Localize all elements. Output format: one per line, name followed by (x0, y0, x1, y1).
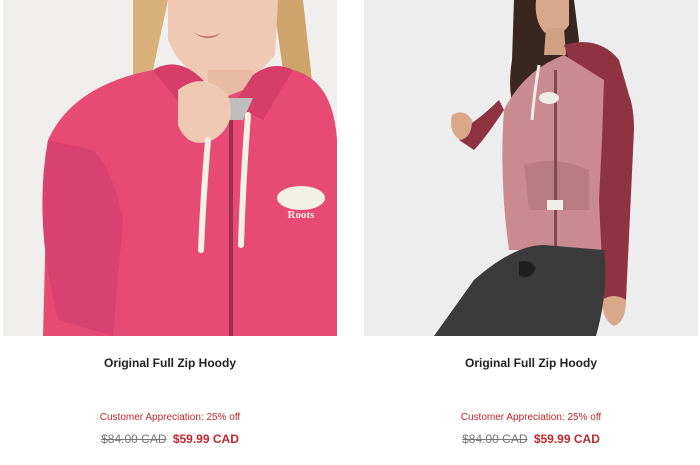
product-image[interactable]: Roots (3, 0, 337, 336)
promo-text: Customer Appreciation: 25% off (460, 412, 602, 423)
price-row: $84.00 CAD $59.99 CAD (364, 432, 698, 446)
sale-price: $59.99 CAD (172, 432, 239, 446)
product-card[interactable]: Original Full Zip Hoody Customer Appreci… (364, 0, 698, 465)
heather-hoody-photo (364, 0, 698, 336)
pink-hoody-photo: Roots (3, 0, 337, 336)
product-title[interactable]: Original Full Zip Hoody (3, 356, 337, 370)
price-row: $84.00 CAD $59.99 CAD (3, 432, 337, 446)
original-price: $84.00 CAD (462, 432, 528, 446)
original-price: $84.00 CAD (101, 432, 167, 446)
promo-text: Customer Appreciation: 25% off (99, 412, 241, 423)
sale-price: $59.99 CAD (533, 432, 600, 446)
product-grid: Roots Original Full Zip Hoody Customer A… (0, 0, 700, 465)
product-image[interactable] (364, 0, 698, 336)
product-title[interactable]: Original Full Zip Hoody (364, 356, 698, 370)
roots-logo-text: Roots (288, 209, 316, 221)
product-card[interactable]: Roots Original Full Zip Hoody Customer A… (3, 0, 337, 465)
